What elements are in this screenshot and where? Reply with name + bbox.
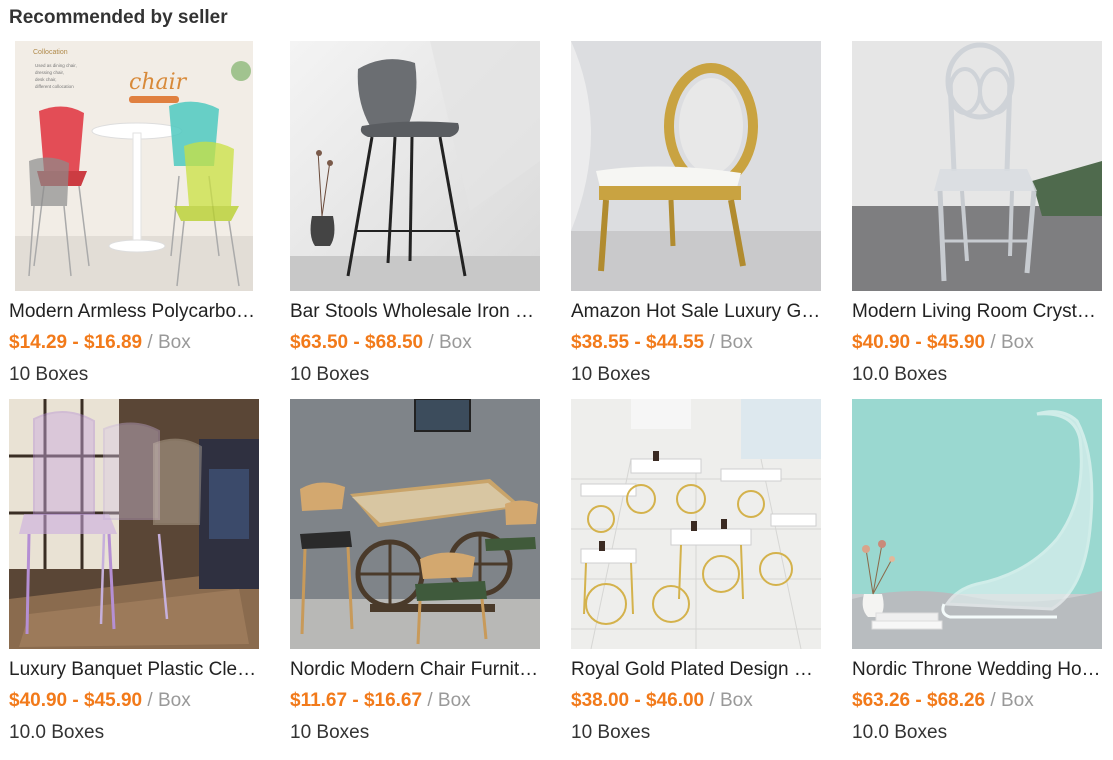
price-line: $40.90 - $45.90 / Box [852,331,1102,355]
bar-stool-image [290,41,540,291]
price-line: $38.55 - $44.55 / Box [571,331,821,355]
price-unit: / Box [709,332,753,353]
product-card[interactable]: Bar Stools Wholesale Iron Leather $63.50… [290,41,540,387]
price-range: $40.90 - $45.90 [852,332,986,353]
price-unit: / Box [147,690,191,711]
price-range: $11.67 - $16.67 [290,690,423,711]
product-title[interactable]: Modern Living Room Crystal Chair [852,300,1102,324]
min-order-quantity: 10.0 Boxes [9,722,105,743]
product-image[interactable] [571,399,821,649]
product-title[interactable]: Amazon Hot Sale Luxury Gold [571,300,821,324]
price-line: $38.00 - $46.00 / Box [571,689,821,713]
price-unit: / Box [709,690,753,711]
gold-chair-image [571,41,821,291]
image-caption-line: Used as dining chair, [35,63,77,68]
product-card[interactable]: Royal Gold Plated Design Chairs $38.00 -… [571,399,821,745]
crystal-chair-image [852,41,1102,291]
price-line: $40.90 - $45.90 / Box [9,689,259,713]
price-range: $38.00 - $46.00 [571,690,705,711]
product-image[interactable] [571,41,821,291]
product-title[interactable]: Nordic Throne Wedding Home Chair [852,658,1102,682]
product-image[interactable] [9,399,259,649]
product-card[interactable]: Collocation Used as dining chair, dressi… [9,41,259,387]
price-unit: / Box [428,332,472,353]
price-line: $63.26 - $68.26 / Box [852,689,1102,713]
price-line: $11.67 - $16.67 / Box [290,689,540,713]
min-order-quantity: 10 Boxes [571,364,651,385]
price-range: $63.50 - $68.50 [290,332,424,353]
product-image[interactable] [290,41,540,291]
price-range: $14.29 - $16.89 [9,332,143,353]
banquet-chair-image [9,399,259,649]
min-order-quantity: 10 Boxes [9,364,89,385]
product-card[interactable]: Nordic Modern Chair Furniture Set $11.67… [290,399,540,745]
image-caption-line: different collocation [35,84,74,89]
min-order-quantity: 10 Boxes [290,364,370,385]
price-unit: / Box [990,690,1034,711]
min-order-quantity: 10.0 Boxes [852,722,948,743]
min-order-quantity: 10.0 Boxes [852,364,948,385]
price-line: $63.50 - $68.50 / Box [290,331,540,355]
product-grid: Collocation Used as dining chair, dressi… [9,41,1102,745]
price-line: $14.29 - $16.89 / Box [9,331,259,355]
product-image[interactable] [852,41,1102,291]
min-order-quantity: 10 Boxes [571,722,651,743]
image-caption-line: desk chair, [35,77,57,82]
product-image[interactable] [290,399,540,649]
product-title[interactable]: Modern Armless Polycarbonate Chair [9,300,259,324]
product-title[interactable]: Bar Stools Wholesale Iron Leather [290,300,540,324]
dining-set-image [290,399,540,649]
price-range: $40.90 - $45.90 [9,690,143,711]
min-order-quantity: 10 Boxes [290,722,370,743]
price-range: $38.55 - $44.55 [571,332,705,353]
price-unit: / Box [147,332,191,353]
product-card[interactable]: Modern Living Room Crystal Chair $40.90 … [852,41,1102,387]
price-unit: / Box [427,690,471,711]
image-caption-line: dressing chair, [35,70,64,75]
chair-script-text: chair [129,70,188,95]
product-card[interactable]: Nordic Throne Wedding Home Chair $63.26 … [852,399,1102,745]
product-image[interactable] [852,399,1102,649]
product-card[interactable]: Amazon Hot Sale Luxury Gold $38.55 - $44… [571,41,821,387]
panton-chair-image [852,399,1102,649]
section-title: Recommended by seller [9,7,228,28]
product-title[interactable]: Nordic Modern Chair Furniture Set [290,658,540,682]
restaurant-image [571,399,821,649]
product-card[interactable]: Luxury Banquet Plastic Clear Chair $40.9… [9,399,259,745]
product-title[interactable]: Luxury Banquet Plastic Clear Chair [9,658,259,682]
product-image[interactable]: Collocation Used as dining chair, dressi… [9,41,259,291]
price-unit: / Box [990,332,1034,353]
collocation-text: Collocation [33,49,68,56]
product-title[interactable]: Royal Gold Plated Design Chairs [571,658,821,682]
chair-image: Collocation Used as dining chair, dressi… [9,41,259,291]
price-range: $63.26 - $68.26 [852,690,986,711]
